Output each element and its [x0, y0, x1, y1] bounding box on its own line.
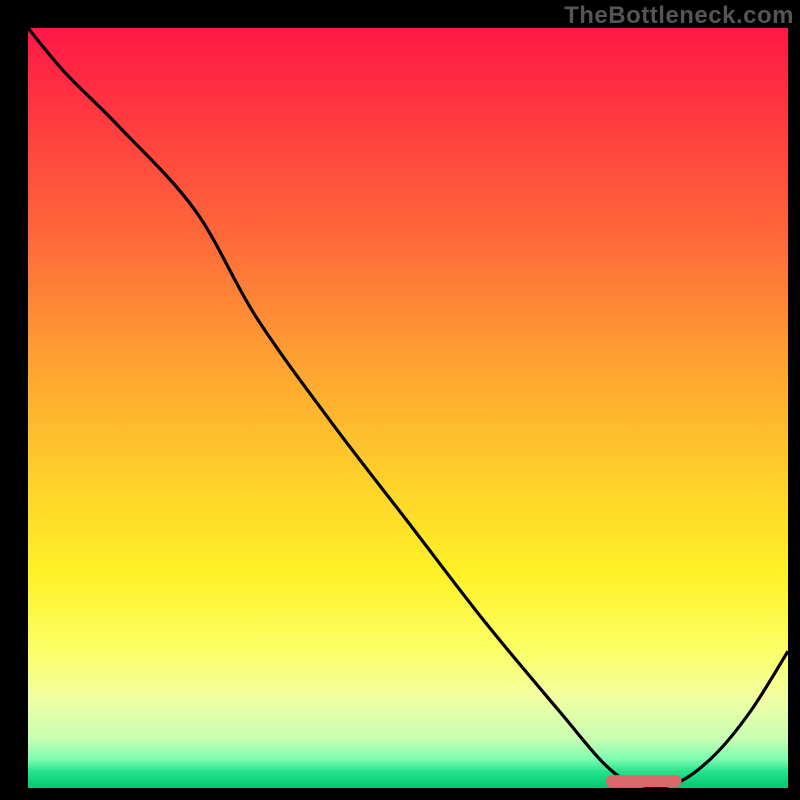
optimal-marker-layer — [28, 28, 788, 788]
plot-area — [28, 28, 788, 788]
optimal-marker — [606, 775, 682, 787]
chart-frame: TheBottleneck.com — [0, 0, 800, 800]
watermark-text: TheBottleneck.com — [564, 2, 794, 30]
